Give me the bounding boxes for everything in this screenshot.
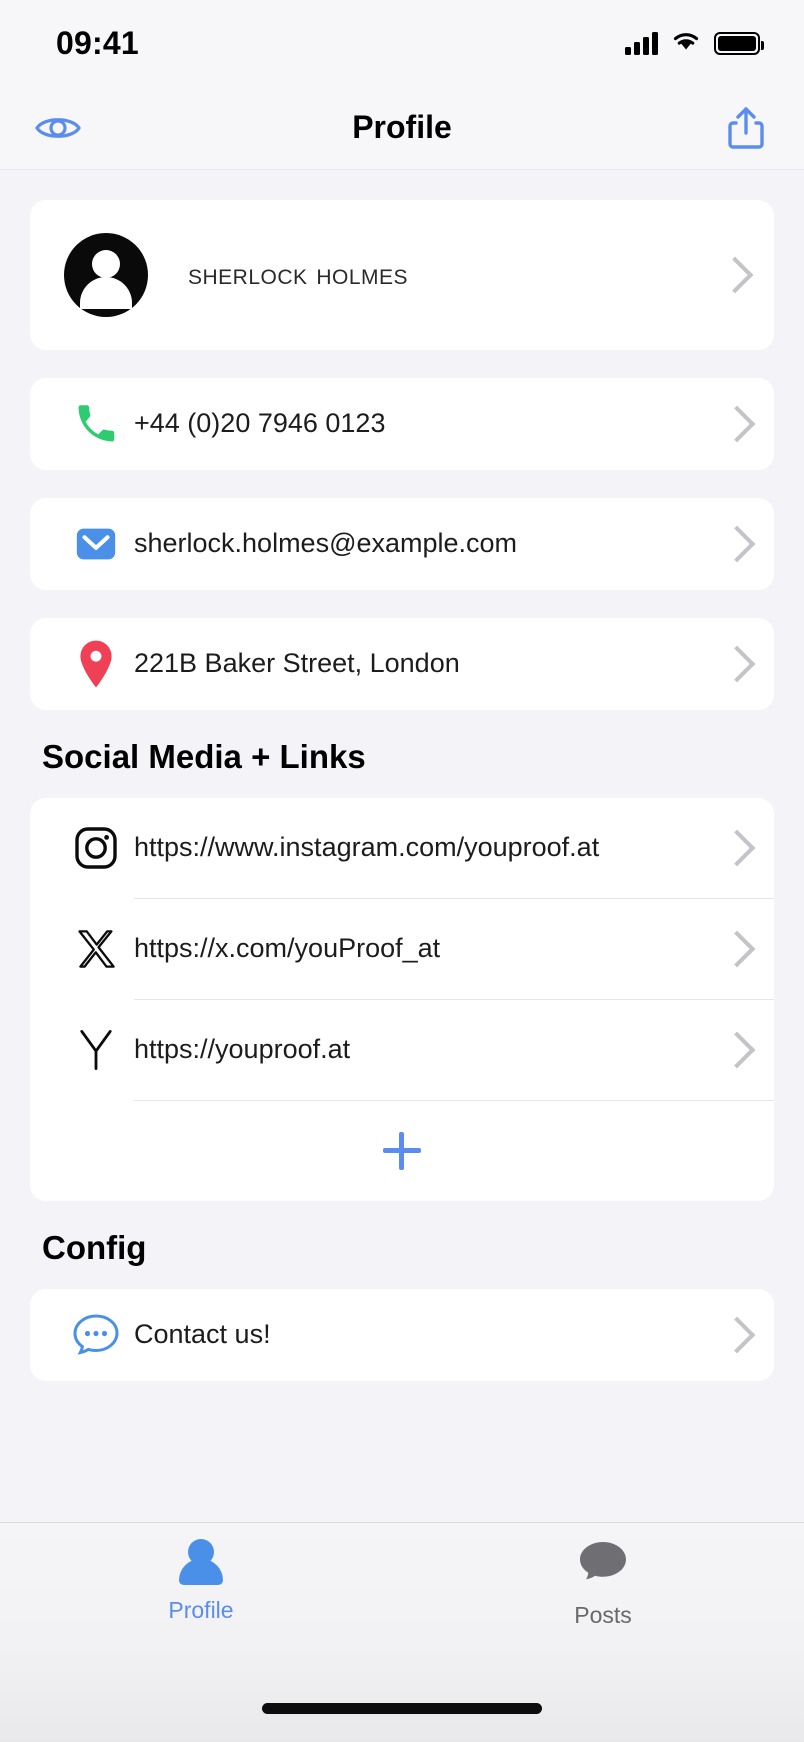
chevron-right-icon	[718, 829, 756, 867]
tab-bar: Profile Posts	[0, 1522, 804, 1742]
person-avatar-icon	[64, 233, 148, 317]
chevron-right-icon	[718, 645, 756, 683]
phone-screen: 09:41 Profile sherlock holmes +44 (0)20 …	[0, 0, 804, 1742]
page-title: Profile	[352, 109, 452, 145]
config-section-title: Config	[42, 1229, 147, 1266]
social-link-row-x[interactable]: https://x.com/youProof_at	[30, 899, 774, 999]
email-icon	[58, 521, 134, 567]
nav-header: Profile	[0, 86, 804, 170]
contact-card-email[interactable]: sherlock.holmes@example.com	[30, 498, 774, 590]
youproof-y-icon	[58, 1026, 134, 1074]
chevron-right-icon	[718, 1316, 756, 1354]
chevron-right-icon	[718, 930, 756, 968]
person-icon	[179, 1539, 223, 1587]
social-links-card: https://www.instagram.com/youproof.at ht…	[30, 798, 774, 1201]
x-twitter-icon	[58, 927, 134, 971]
social-link-row-website[interactable]: https://youproof.at	[30, 1000, 774, 1100]
contact-card-phone[interactable]: +44 (0)20 7946 0123	[30, 378, 774, 470]
cellular-signal-icon	[625, 31, 658, 55]
chat-bubble-filled-icon	[577, 1539, 629, 1592]
tab-profile-label: Profile	[168, 1597, 234, 1623]
instagram-icon	[58, 824, 134, 872]
tab-posts-label: Posts	[574, 1602, 632, 1628]
share-icon[interactable]	[718, 100, 774, 156]
scroll-content: Sherlock Holmes +44 (0)20 7946 0123	[0, 170, 804, 1742]
contact-us-row[interactable]: Contact us!	[30, 1289, 774, 1381]
wifi-icon	[671, 29, 701, 57]
social-section-title: Social Media + Links	[42, 738, 366, 775]
battery-full-icon	[714, 31, 764, 55]
phone-value: +44 (0)20 7946 0123	[134, 408, 386, 439]
plus-icon	[383, 1132, 421, 1170]
phone-icon	[58, 401, 134, 447]
chevron-right-icon	[718, 525, 756, 563]
eye-icon[interactable]	[30, 100, 86, 156]
tab-posts[interactable]: Posts	[402, 1539, 804, 1655]
status-bar-clock: 09:41	[56, 24, 139, 61]
email-row[interactable]: sherlock.holmes@example.com	[30, 498, 774, 590]
chat-bubble-icon	[58, 1312, 134, 1358]
social-link-url: https://x.com/youProof_at	[134, 933, 441, 964]
config-card: Contact us!	[30, 1289, 774, 1381]
chevron-right-icon	[718, 1031, 756, 1069]
profile-name: Sherlock Holmes	[188, 258, 409, 291]
social-link-url: https://www.instagram.com/youproof.at	[134, 832, 600, 863]
add-link-button[interactable]	[30, 1101, 774, 1201]
contact-card-address[interactable]: 221B Baker Street, London	[30, 618, 774, 710]
contact-us-label: Contact us!	[134, 1319, 271, 1350]
social-link-url: https://youproof.at	[134, 1034, 351, 1065]
status-bar-indicators	[625, 29, 764, 57]
chevron-right-icon	[718, 405, 756, 443]
social-link-row-instagram[interactable]: https://www.instagram.com/youproof.at	[30, 798, 774, 898]
home-indicator[interactable]	[262, 1703, 542, 1714]
chevron-right-icon	[716, 256, 754, 294]
address-value: 221B Baker Street, London	[134, 648, 460, 679]
profile-card[interactable]: Sherlock Holmes	[30, 200, 774, 350]
address-row[interactable]: 221B Baker Street, London	[30, 618, 774, 710]
location-pin-icon	[58, 638, 134, 690]
status-bar: 09:41	[0, 0, 804, 86]
email-value: sherlock.holmes@example.com	[134, 528, 518, 559]
phone-row[interactable]: +44 (0)20 7946 0123	[30, 378, 774, 470]
tab-profile[interactable]: Profile	[0, 1539, 402, 1655]
